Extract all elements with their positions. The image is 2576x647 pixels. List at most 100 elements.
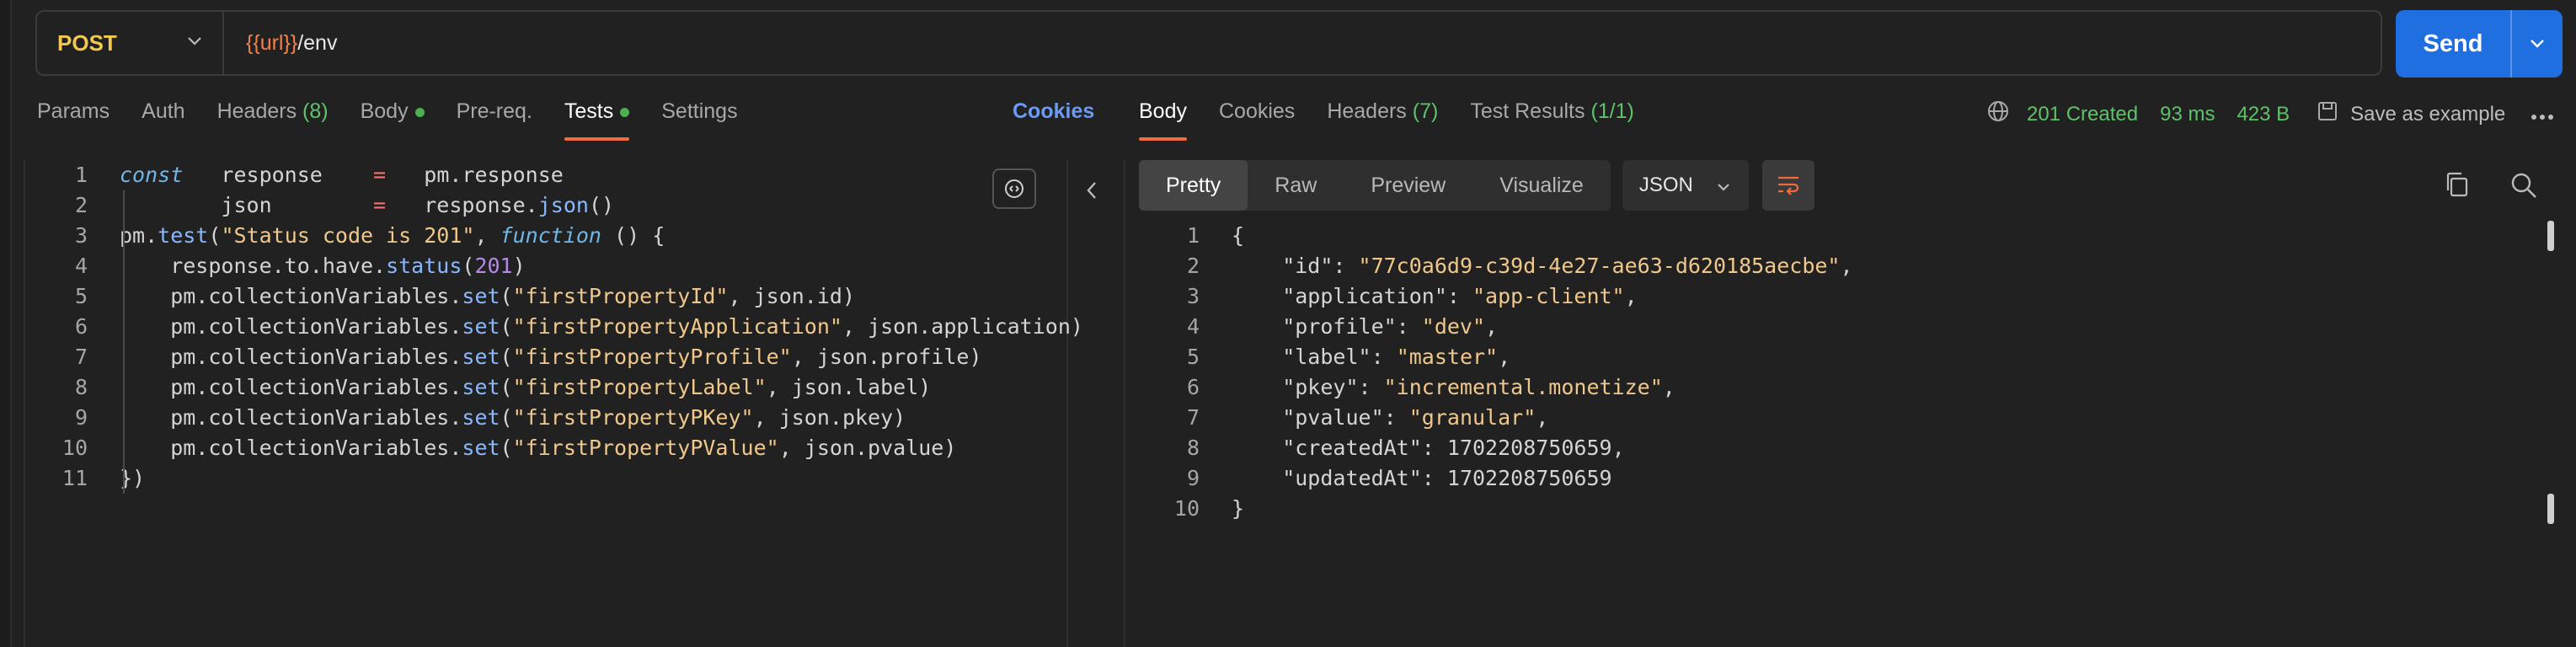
code-token: (: [462, 254, 475, 278]
snippet-icon: [1005, 179, 1023, 198]
tab-label: Auth: [142, 99, 185, 123]
code-token: ,: [1485, 314, 1499, 339]
tab-label: Params: [37, 99, 110, 123]
line-number: 6: [1186, 375, 1200, 399]
tab-test-results[interactable]: Test Results (1/1): [1470, 99, 1634, 141]
tab-tests[interactable]: Tests: [564, 99, 630, 141]
code-token: () {: [601, 223, 665, 248]
tab-pre-request[interactable]: Pre-req.: [457, 99, 532, 141]
code-token: (): [588, 193, 615, 217]
tab-count: (8): [302, 99, 329, 123]
tab-label: Headers: [1327, 99, 1407, 123]
code-token: :: [1421, 436, 1447, 460]
send-options-chevron-icon[interactable]: [2512, 39, 2563, 49]
response-toolbar: Pretty Raw Preview Visualize JSON: [1139, 160, 1814, 211]
response-size[interactable]: 423 B: [2237, 103, 2290, 126]
view-mode-segmented: Pretty Raw Preview Visualize: [1139, 160, 1611, 211]
method-select[interactable]: POST: [37, 12, 224, 74]
search-icon[interactable]: [2509, 170, 2539, 205]
code-token: ,: [1536, 405, 1549, 430]
tab-response-cookies[interactable]: Cookies: [1219, 99, 1295, 141]
code-token: "profile": [1232, 314, 1397, 339]
format-select[interactable]: JSON: [1622, 160, 1749, 211]
tab-settings[interactable]: Settings: [661, 99, 737, 141]
tab-label: Body: [1139, 99, 1187, 123]
code-token: :: [1333, 254, 1359, 278]
line-number: 2: [74, 193, 88, 217]
tab-response-body[interactable]: Body: [1139, 99, 1187, 141]
code-token: 201: [474, 254, 513, 278]
wrap-lines-button[interactable]: [1761, 160, 1814, 211]
cookies-link[interactable]: Cookies: [1013, 99, 1094, 124]
copy-icon[interactable]: [2443, 170, 2472, 203]
pane-divider[interactable]: [1124, 160, 1125, 647]
code-token: json: [120, 193, 374, 217]
code-line: pm.collectionVariables.set("firstPropert…: [120, 372, 931, 403]
code-token: "application": [1232, 284, 1447, 308]
globe-icon[interactable]: [1986, 99, 2010, 129]
tab-body[interactable]: Body: [361, 99, 425, 141]
line-number: 3: [1186, 284, 1200, 308]
more-options-icon[interactable]: [2531, 103, 2554, 126]
json-line: "profile": "dev",: [1232, 312, 1498, 342]
tab-params[interactable]: Params: [37, 99, 110, 141]
code-token: pm.collectionVariables.: [120, 375, 462, 399]
view-pretty[interactable]: Pretty: [1139, 160, 1248, 211]
scrollbar-thumb-bottom[interactable]: [2547, 494, 2554, 524]
json-line: "createdAt": 1702208750659,: [1232, 433, 1624, 463]
view-visualize[interactable]: Visualize: [1472, 160, 1611, 211]
code-token: , json.application): [842, 314, 1083, 339]
code-token: , json.label): [766, 375, 932, 399]
save-as-example-button[interactable]: Save as example: [2350, 103, 2505, 126]
code-line: pm.collectionVariables.set("firstPropert…: [120, 433, 956, 463]
view-preview[interactable]: Preview: [1344, 160, 1472, 211]
response-scrollbar[interactable]: [2544, 221, 2554, 527]
code-token: "Status code is 201": [221, 223, 475, 248]
request-tabs: Params Auth Headers (8) Body Pre-req. Te…: [37, 99, 770, 141]
indent-guide: [123, 190, 125, 251]
tab-label: Test Results: [1470, 99, 1585, 123]
code-token: "firstPropertyLabel": [512, 375, 767, 399]
tab-label: Body: [360, 99, 409, 123]
line-number: 8: [74, 375, 88, 399]
code-token: "pvalue": [1232, 405, 1384, 430]
code-token: (: [500, 436, 513, 460]
response-meta: 201 Created 93 ms 423 B Save as example: [1986, 99, 2554, 129]
code-token: "firstPropertyPKey": [512, 405, 754, 430]
code-token: ,: [1662, 375, 1675, 399]
code-token: "dev": [1421, 314, 1486, 339]
collapse-pane-chevron-left-icon[interactable]: [1085, 180, 1098, 205]
line-number: 1: [74, 163, 88, 187]
send-button[interactable]: Send: [2396, 10, 2563, 78]
chevron-down-icon: [187, 35, 202, 51]
view-raw[interactable]: Raw: [1248, 160, 1344, 211]
code-token: 1702208750659: [1446, 436, 1612, 460]
tab-headers[interactable]: Headers (8): [217, 99, 329, 141]
code-token: ,: [1624, 284, 1638, 308]
code-token: =: [373, 193, 387, 217]
chevron-down-icon: [1717, 174, 1730, 197]
code-token: :: [1446, 284, 1472, 308]
line-number: 10: [1173, 496, 1200, 521]
line-number: 11: [61, 466, 88, 490]
line-number: 9: [1186, 466, 1200, 490]
code-token: "firstPropertyApplication": [512, 314, 842, 339]
url-input[interactable]: {{url}}/env: [224, 31, 337, 56]
tab-response-headers[interactable]: Headers (7): [1327, 99, 1438, 141]
code-token: 1702208750659: [1446, 466, 1612, 490]
line-number: 8: [1186, 436, 1200, 460]
json-line: "updatedAt": 1702208750659: [1232, 463, 1612, 494]
code-token: (: [500, 375, 513, 399]
response-time[interactable]: 93 ms: [2160, 103, 2215, 126]
code-token: set: [462, 436, 500, 460]
status-code[interactable]: 201 Created: [2027, 103, 2138, 126]
snippets-button[interactable]: [992, 168, 1036, 209]
tab-auth[interactable]: Auth: [142, 99, 184, 141]
code-token: , json.pkey): [753, 405, 906, 430]
json-line: }: [1232, 494, 1244, 524]
scrollbar-thumb-top[interactable]: [2547, 221, 2554, 251]
code-token: json: [537, 193, 589, 217]
code-line: response.to.have.status(201): [120, 251, 525, 281]
format-label: JSON: [1638, 174, 1693, 196]
code-token: ,: [1498, 345, 1511, 369]
